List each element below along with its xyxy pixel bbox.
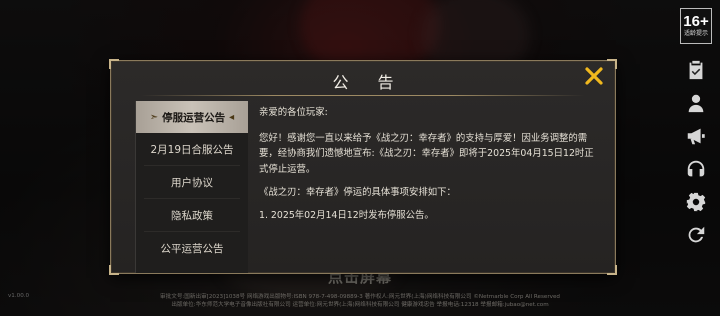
title-divider [141, 95, 585, 96]
close-x-icon [585, 67, 603, 85]
dialog-corner-ornament [607, 265, 617, 275]
side-icon-bar: 16+ 适龄提示 [678, 8, 714, 252]
tab-label: 用户协议 [171, 176, 213, 189]
footer-line-1: 审批文号:国新出审[2023]1038号 网络游戏出版物号:ISBN 978-7… [160, 294, 560, 300]
headset-icon[interactable] [682, 155, 710, 183]
megaphone-icon[interactable] [682, 122, 710, 150]
tab-label: 停服运营公告 [162, 111, 226, 124]
age-rating-number: 16+ [683, 13, 709, 30]
gear-icon[interactable] [682, 188, 710, 216]
content-greeting: 亲爱的各位玩家: [259, 107, 328, 118]
content-list-item: 1. 2025年02月14日12时发布停服公告。 [259, 209, 434, 221]
tab-label: 2月19日合服公告 [150, 143, 234, 156]
dialog-title: 公 告 [332, 73, 406, 92]
dialog-corner-ornament [607, 59, 617, 69]
footer-line-2: 出版单位:华东师范大学电子音像出版社有限公司 运营单位:网元世界(上海)网络科技… [171, 302, 549, 308]
announcement-dialog: 公 告 ➣ 停服运营公告 ◂ 2月19日合服公告 用户协议 隐私政策 公平运营公… [109, 59, 617, 275]
refresh-icon[interactable] [682, 221, 710, 249]
tab-merge-notice[interactable]: 2月19日合服公告 [136, 133, 248, 165]
tab-fair-operation[interactable]: 公平运营公告 [136, 232, 248, 264]
tab-label: 公平运营公告 [160, 242, 224, 255]
tab-shutdown-notice[interactable]: ➣ 停服运营公告 ◂ [136, 101, 248, 133]
arrow-right-icon: ➣ [149, 111, 159, 123]
announcement-content[interactable]: 亲爱的各位玩家: 您好！感谢您一直以来给予《战之刃：幸存者》的支持与厚爱！因业务… [259, 105, 599, 271]
tab-label: 隐私政策 [171, 209, 213, 222]
footer-license-text: 审批文号:国新出审[2023]1038号 网络游戏出版物号:ISBN 978-7… [0, 293, 720, 309]
clipboard-check-icon[interactable] [682, 56, 710, 84]
game-scene[interactable]: 16+ 适龄提示 点击屏幕 v1.00.0 审批文号:国新出审[2023]103… [0, 0, 720, 316]
content-paragraph: 《战之刃：幸存者》停运的具体事项安排如下： [259, 186, 456, 198]
age-rating-badge[interactable]: 16+ 适龄提示 [680, 8, 712, 44]
announcement-tab-list: ➣ 停服运营公告 ◂ 2月19日合服公告 用户协议 隐私政策 公平运营公告 [135, 101, 248, 273]
arrow-left-icon: ◂ [229, 111, 235, 123]
close-button[interactable] [583, 65, 605, 87]
content-paragraph: 您好！感谢您一直以来给予《战之刃：幸存者》的支持与厚爱！因业务调整的需要，经协商… [259, 132, 594, 175]
dialog-corner-ornament [109, 59, 119, 69]
tab-privacy-policy[interactable]: 隐私政策 [136, 199, 248, 231]
dialog-corner-ornament [109, 265, 119, 275]
tab-user-agreement[interactable]: 用户协议 [136, 166, 248, 198]
user-icon[interactable] [682, 89, 710, 117]
age-rating-label: 适龄提示 [683, 30, 708, 37]
